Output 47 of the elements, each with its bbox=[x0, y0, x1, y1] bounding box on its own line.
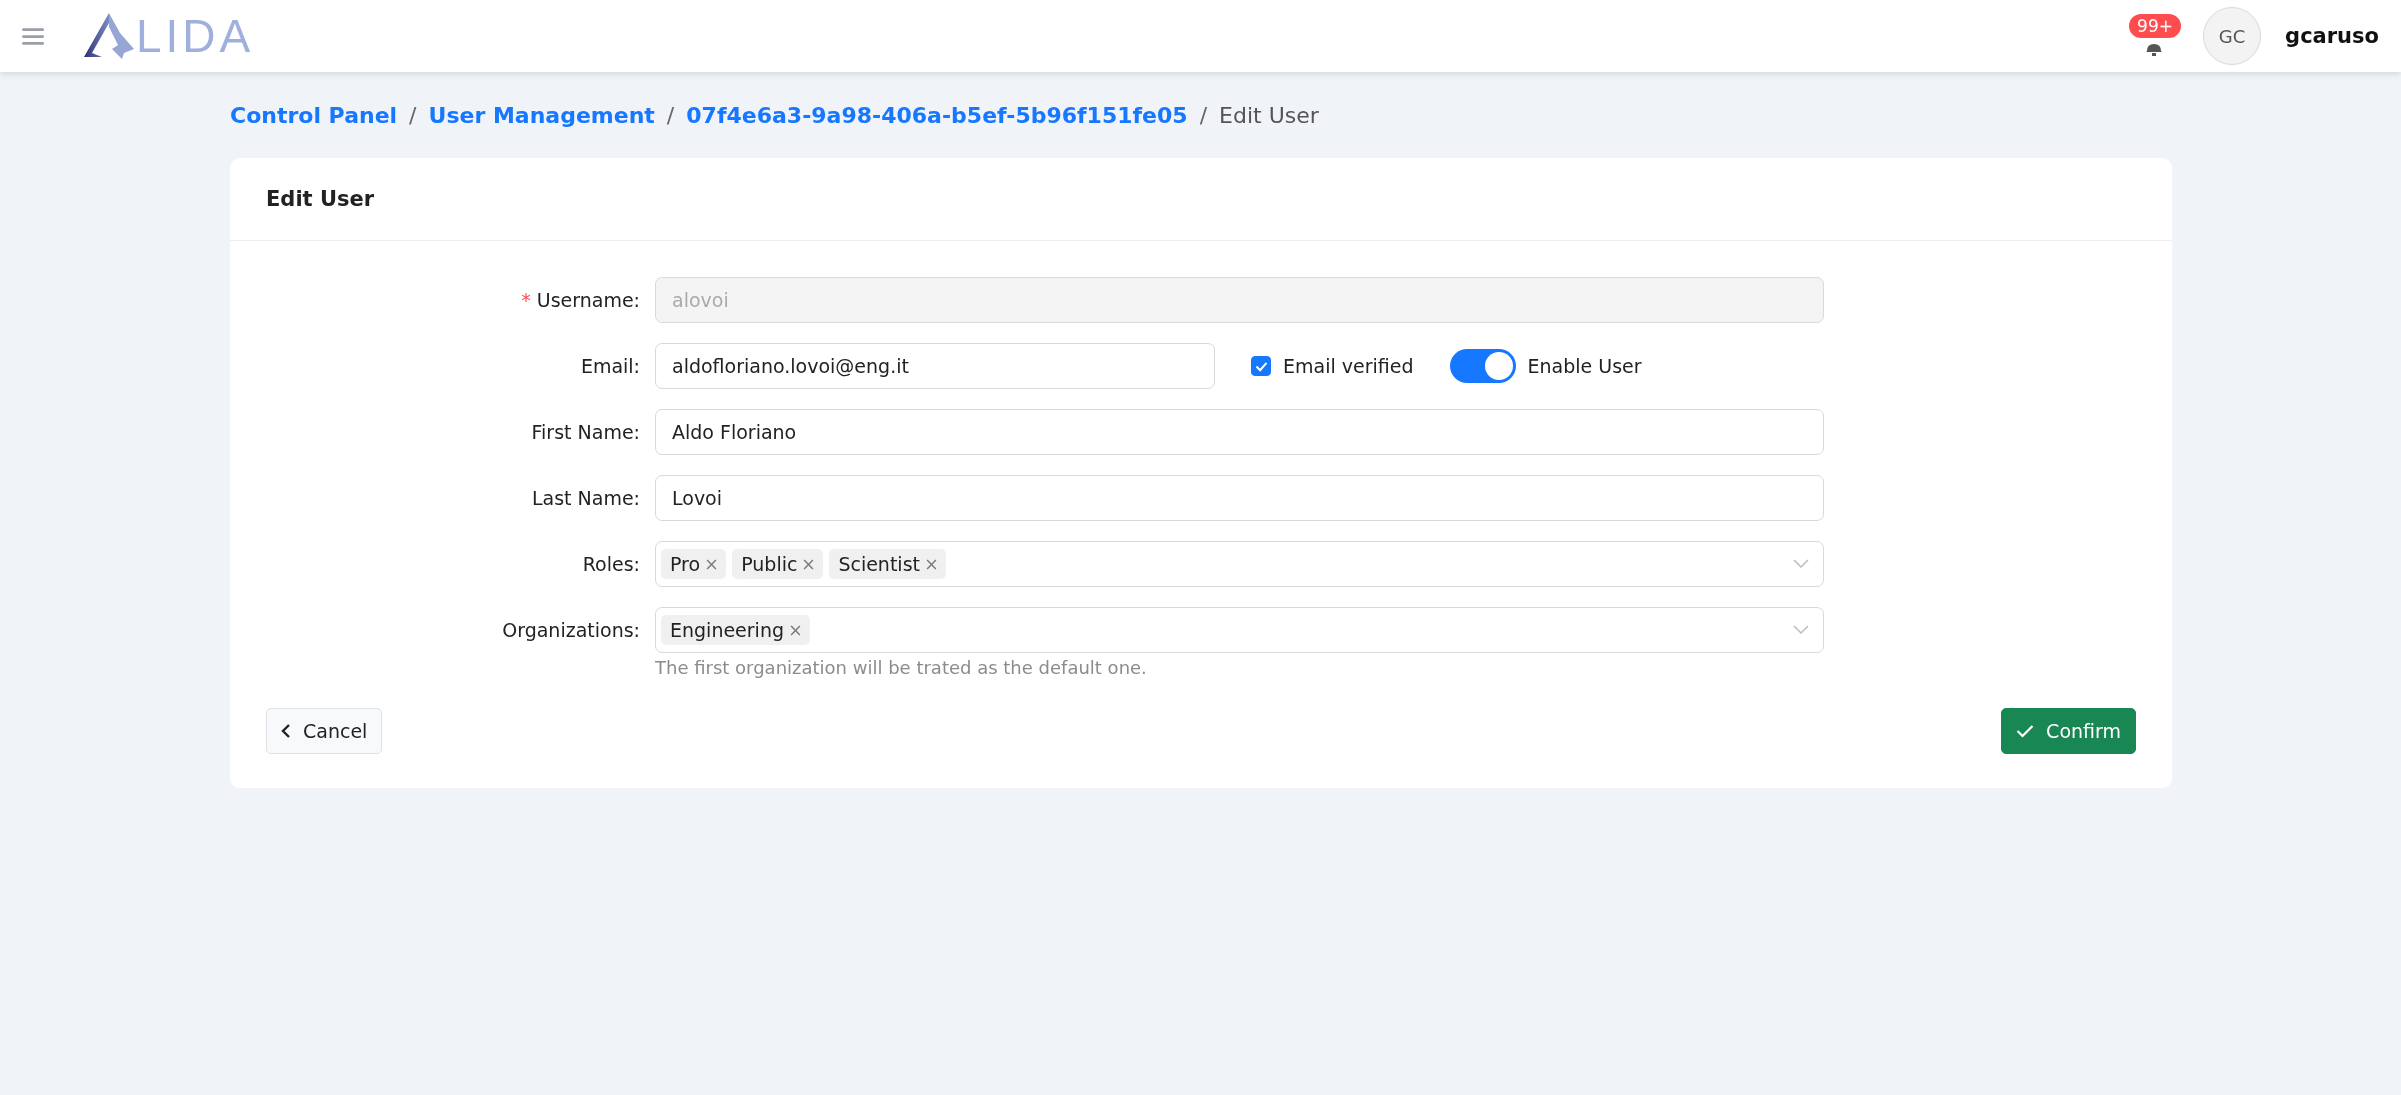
logo-text: LIDA bbox=[136, 13, 255, 59]
card-title: Edit User bbox=[266, 187, 375, 211]
tag-label: Public bbox=[741, 553, 798, 575]
checkmark-icon bbox=[2016, 724, 2035, 738]
field-label: Username: bbox=[536, 289, 640, 311]
chevron-left-icon bbox=[281, 723, 291, 739]
chevron-down-icon bbox=[1793, 559, 1809, 569]
logo-icon bbox=[84, 13, 134, 59]
field-label: Last Name: bbox=[531, 487, 640, 509]
menu-icon[interactable] bbox=[22, 27, 44, 45]
confirm-button[interactable]: Confirm bbox=[2001, 708, 2136, 754]
checkmark-icon bbox=[1254, 360, 1268, 372]
tag-label: Scientist bbox=[838, 553, 920, 575]
username[interactable]: gcaruso bbox=[2285, 24, 2379, 48]
breadcrumb-separator: / bbox=[666, 102, 675, 128]
field-label: First Name: bbox=[531, 421, 640, 443]
breadcrumb-current: Edit User bbox=[1219, 102, 1319, 128]
checkbox-label: Email verified bbox=[1283, 355, 1414, 377]
notification-badge: 99+ bbox=[2129, 14, 2181, 38]
toggle-switch[interactable] bbox=[1449, 349, 1516, 383]
switch-label: Enable User bbox=[1527, 355, 1642, 377]
tag-label: Engineering bbox=[670, 619, 784, 641]
field-label: Email: bbox=[580, 355, 640, 377]
breadcrumb-separator: / bbox=[1199, 102, 1208, 128]
cancel-button[interactable]: Cancel bbox=[266, 708, 383, 754]
bell-icon bbox=[2144, 42, 2165, 56]
close-icon[interactable] bbox=[706, 558, 718, 570]
required-mark: * bbox=[521, 289, 531, 311]
breadcrumb-link[interactable]: Control Panel bbox=[230, 102, 398, 128]
breadcrumb-separator: / bbox=[409, 102, 417, 128]
breadcrumb-link[interactable]: User Management bbox=[428, 102, 655, 128]
checkbox[interactable] bbox=[1251, 356, 1271, 376]
field-label: Roles: bbox=[582, 553, 640, 575]
close-icon[interactable] bbox=[803, 558, 815, 570]
help-text: The first organization will be trated as the default one. bbox=[655, 657, 1148, 678]
close-icon[interactable] bbox=[926, 558, 937, 570]
multi-select-field[interactable]: Pro Public Scientist bbox=[655, 541, 1824, 587]
user-avatar[interactable]: GC bbox=[2203, 7, 2262, 65]
chevron-down-icon bbox=[1793, 625, 1809, 635]
field-label: Organizations: bbox=[502, 619, 640, 641]
multi-select-field[interactable]: Engineering bbox=[655, 607, 1824, 653]
close-icon[interactable] bbox=[790, 624, 801, 636]
text-field[interactable]: Lovoi bbox=[655, 475, 1824, 521]
breadcrumb-link[interactable]: 07f4e6a3-9a98-406a-b5ef-5b96f151fe05 bbox=[686, 102, 1188, 128]
email-field[interactable]: aldofloriano.lovoi@eng.it bbox=[655, 343, 1215, 389]
tag-label: Pro bbox=[670, 553, 701, 575]
text-field[interactable]: Aldo Floriano bbox=[655, 409, 1824, 455]
